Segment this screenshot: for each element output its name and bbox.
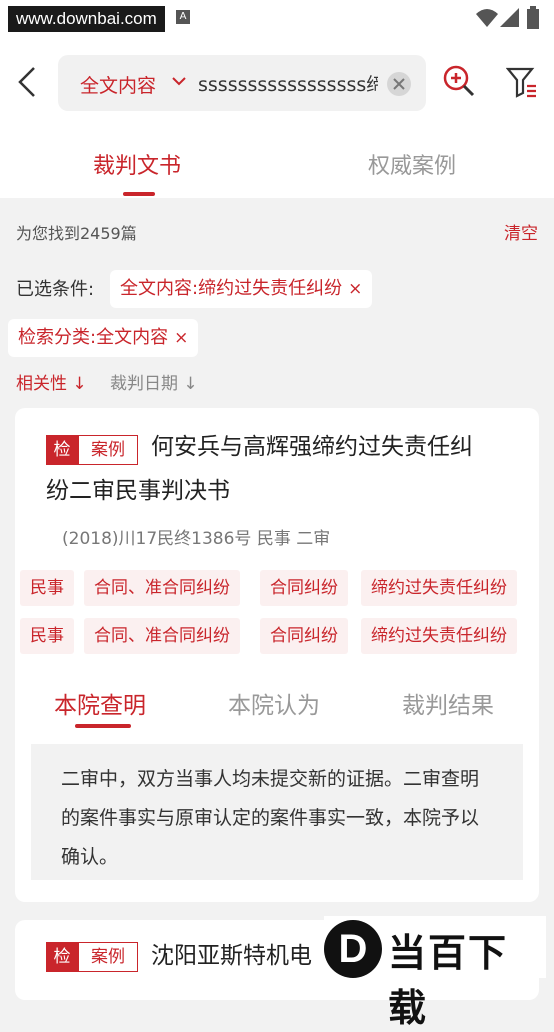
zoom-search-icon[interactable] — [442, 64, 476, 98]
case-title-continued[interactable]: 纷二审民事判决书 — [46, 469, 230, 513]
clear-icon[interactable] — [386, 71, 412, 97]
tab-court-opinion[interactable]: 本院认为 — [228, 686, 320, 720]
wifi-icon — [476, 9, 498, 27]
condition-chip-fulltext[interactable]: 全文内容:缔约过失责任纠纷 × — [110, 270, 373, 308]
case-tag[interactable]: 缔约过失责任纠纷 — [361, 570, 517, 606]
tab-court-findings[interactable]: 本院查明 — [54, 686, 146, 720]
active-subtab-indicator — [75, 724, 131, 728]
case-tag[interactable]: 合同、准合同纠纷 — [84, 618, 240, 654]
case-title[interactable]: 何安兵与高辉强缔约过失责任纠 — [151, 425, 473, 469]
search-scope-dropdown[interactable]: 全文内容 — [80, 71, 156, 98]
case-tag[interactable]: 民事 — [20, 570, 74, 606]
logo-text: 当百下载 — [388, 931, 509, 1030]
case-tag[interactable]: 合同纠纷 — [260, 618, 348, 654]
status-bar: www.downbai.com A — [0, 0, 554, 36]
filter-icon[interactable] — [506, 66, 538, 98]
search-header: 全文内容 sssssssssssssssss缔 — [0, 36, 554, 128]
sort-by-judgment-date[interactable]: 裁判日期 ↓ — [110, 369, 198, 394]
active-tab-indicator — [123, 192, 155, 196]
case-title[interactable]: 沈阳亚斯特机电 — [151, 934, 312, 978]
condition-chip-label: 检索分类:全文内容 — [18, 327, 169, 348]
condition-chip-category[interactable]: 检索分类:全文内容 × — [8, 319, 199, 357]
case-tag[interactable]: 合同纠纷 — [260, 570, 348, 606]
back-icon[interactable] — [16, 66, 40, 98]
remove-condition-icon[interactable]: × — [174, 328, 188, 348]
case-tag[interactable]: 缔约过失责任纠纷 — [361, 618, 517, 654]
remove-condition-icon[interactable]: × — [348, 279, 362, 299]
case-card[interactable]: 检 案例 何安兵与高辉强缔约过失责任纠 纷二审民事判决书 (2018)川17民终… — [15, 408, 539, 902]
clear-conditions-button[interactable]: 清空 — [504, 219, 538, 244]
logo-mark: D — [324, 920, 382, 978]
search-box[interactable]: 全文内容 sssssssssssssssss缔 — [58, 55, 426, 111]
signal-icon — [500, 8, 519, 27]
case-type-badge: 案例 — [78, 942, 138, 972]
condition-chip-label: 全文内容:缔约过失责任纠纷 — [120, 278, 343, 299]
search-input[interactable]: sssssssssssssssss缔 — [198, 70, 378, 98]
url-watermark: www.downbai.com — [8, 6, 165, 32]
search-hit-badge: 检 — [46, 942, 78, 972]
case-meta: (2018)川17民终1386号 民事 二审 — [62, 529, 331, 549]
search-hit-badge: 检 — [46, 435, 78, 465]
notification-a-icon: A — [176, 10, 190, 24]
site-logo-watermark: D 当百下载 — [324, 916, 546, 1030]
case-type-badge: 案例 — [78, 435, 138, 465]
tab-authoritative-cases[interactable]: 权威案例 — [368, 148, 456, 180]
selected-conditions-label: 已选条件: — [16, 279, 95, 300]
result-count: 为您找到2459篇 — [16, 224, 137, 243]
tab-judgment-documents[interactable]: 裁判文书 — [93, 148, 181, 180]
chevron-down-icon[interactable] — [172, 76, 186, 86]
sort-by-relevance[interactable]: 相关性 ↓ — [16, 369, 87, 394]
case-excerpt: 二审中，双方当事人均未提交新的证据。二审查明的案件事实与原审认定的案件事实一致，… — [31, 744, 523, 880]
case-tag[interactable]: 民事 — [20, 618, 74, 654]
case-tag[interactable]: 合同、准合同纠纷 — [84, 570, 240, 606]
battery-icon — [527, 6, 539, 29]
tab-judgment-result[interactable]: 裁判结果 — [402, 686, 494, 720]
doc-type-tabs: 裁判文书 权威案例 — [0, 128, 554, 198]
